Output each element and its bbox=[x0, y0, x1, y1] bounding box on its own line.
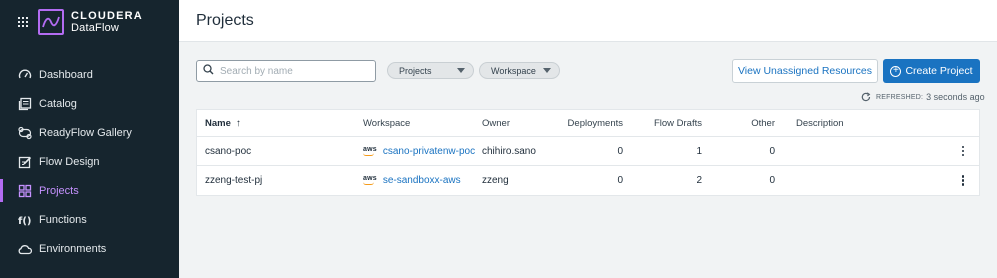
page-title: Projects bbox=[196, 12, 254, 29]
sidebar-item-label: Catalog bbox=[39, 97, 77, 110]
refreshed-time: 3 seconds ago bbox=[926, 92, 985, 102]
row-actions-menu[interactable] bbox=[959, 166, 968, 195]
create-project-button[interactable]: + Create Project bbox=[883, 59, 980, 83]
column-header-workspace: Workspace bbox=[363, 117, 411, 129]
table-row[interactable]: zzeng-test-pj aws se-sandboxx-aws zzeng … bbox=[197, 166, 979, 195]
app-switcher-icon[interactable] bbox=[18, 17, 28, 27]
aws-icon: aws bbox=[363, 175, 377, 185]
owner-cell: zzeng bbox=[482, 175, 509, 186]
brand-text: CLOUDERA DataFlow bbox=[71, 10, 143, 34]
deployments-cell: 0 bbox=[617, 175, 623, 186]
projects-icon bbox=[18, 184, 32, 198]
main-content: Projects Projects Workspace View Unassig… bbox=[179, 0, 997, 278]
sidebar-item-label: Projects bbox=[39, 184, 79, 197]
column-header-name-label: Name bbox=[205, 117, 231, 129]
chevron-down-icon bbox=[543, 68, 551, 73]
view-unassigned-resources-label: View Unassigned Resources bbox=[737, 65, 873, 77]
workspace-link[interactable]: se-sandboxx-aws bbox=[383, 175, 461, 186]
sidebar-item-catalog[interactable]: Catalog bbox=[0, 89, 179, 118]
refresh-icon[interactable] bbox=[861, 92, 871, 102]
column-header-flow-drafts: Flow Drafts bbox=[653, 117, 702, 129]
projects-filter-label: Projects bbox=[399, 65, 432, 76]
column-header-name[interactable]: Name ↑ bbox=[205, 110, 241, 136]
page-header: Projects bbox=[179, 0, 997, 42]
sidebar-item-label: ReadyFlow Gallery bbox=[39, 126, 132, 139]
projects-filter-dropdown[interactable]: Projects bbox=[387, 62, 474, 79]
flow-design-icon bbox=[18, 155, 32, 169]
plus-circle-icon: + bbox=[890, 65, 902, 77]
sidebar: CLOUDERA DataFlow Dashboard Catalog Read… bbox=[0, 0, 179, 278]
sidebar-item-functions[interactable]: f() Functions bbox=[0, 205, 179, 234]
project-name: zzeng-test-pj bbox=[205, 175, 263, 186]
sidebar-item-projects[interactable]: Projects bbox=[0, 176, 179, 205]
cloud-icon bbox=[18, 242, 32, 256]
table-header-row: Name ↑ Workspace Owner Deployments Flow … bbox=[197, 110, 979, 137]
svg-text:f(): f() bbox=[18, 216, 32, 227]
search-input[interactable] bbox=[220, 65, 370, 77]
flow-drafts-cell: 1 bbox=[696, 145, 702, 157]
flow-drafts-cell: 2 bbox=[696, 175, 702, 186]
column-header-deployments: Deployments bbox=[567, 117, 623, 129]
sidebar-item-label: Flow Design bbox=[39, 155, 100, 168]
sidebar-item-readyflow-gallery[interactable]: ReadyFlow Gallery bbox=[0, 118, 179, 147]
refresh-status: REFRESHED: 3 seconds ago bbox=[861, 92, 985, 102]
workspace-cell: aws se-sandboxx-aws bbox=[363, 166, 461, 195]
row-actions-menu[interactable] bbox=[959, 137, 968, 165]
catalog-icon bbox=[18, 97, 32, 111]
projects-table: Name ↑ Workspace Owner Deployments Flow … bbox=[196, 109, 980, 196]
workspace-filter-label: Workspace bbox=[491, 65, 536, 76]
workspace-filter-dropdown[interactable]: Workspace bbox=[479, 62, 560, 79]
search-box[interactable] bbox=[196, 60, 376, 82]
create-project-label: Create Project bbox=[905, 65, 973, 77]
dataflow-logo-icon bbox=[38, 9, 64, 35]
brand-product: DataFlow bbox=[71, 22, 120, 34]
brand-name: CLOUDERA bbox=[71, 10, 143, 22]
sidebar-item-label: Functions bbox=[39, 213, 87, 226]
owner-cell: chihiro.sano bbox=[482, 145, 536, 157]
sort-ascending-icon: ↑ bbox=[235, 117, 241, 129]
table-row[interactable]: csano-poc aws csano-privatenw-poc chihir… bbox=[197, 137, 979, 166]
readyflow-icon bbox=[18, 126, 32, 140]
sidebar-item-environments[interactable]: Environments bbox=[0, 234, 179, 263]
aws-icon: aws bbox=[363, 145, 377, 156]
column-header-other: Other bbox=[751, 117, 775, 129]
kebab-menu-icon[interactable] bbox=[959, 144, 968, 159]
brand: CLOUDERA DataFlow bbox=[18, 9, 143, 35]
sidebar-item-label: Environments bbox=[39, 242, 107, 255]
refreshed-label: REFRESHED: bbox=[876, 93, 924, 101]
deployments-cell: 0 bbox=[617, 145, 623, 157]
column-header-owner: Owner bbox=[482, 117, 510, 129]
sidebar-item-label: Dashboard bbox=[39, 68, 93, 81]
chevron-down-icon bbox=[457, 68, 465, 73]
column-header-description: Description bbox=[796, 117, 844, 129]
sidebar-nav: Dashboard Catalog ReadyFlow Gallery Flow… bbox=[0, 60, 179, 263]
other-cell: 0 bbox=[769, 145, 775, 157]
functions-icon: f() bbox=[18, 213, 32, 227]
workspace-link[interactable]: csano-privatenw-poc bbox=[383, 146, 475, 157]
sidebar-item-dashboard[interactable]: Dashboard bbox=[0, 60, 179, 89]
other-cell: 0 bbox=[769, 175, 775, 186]
view-unassigned-resources-button[interactable]: View Unassigned Resources bbox=[732, 59, 878, 83]
kebab-menu-icon[interactable] bbox=[959, 173, 968, 188]
sidebar-item-flow-design[interactable]: Flow Design bbox=[0, 147, 179, 176]
search-icon bbox=[203, 62, 214, 80]
project-name: csano-poc bbox=[205, 145, 252, 157]
workspace-cell: aws csano-privatenw-poc bbox=[363, 137, 475, 165]
dashboard-icon bbox=[18, 68, 32, 82]
